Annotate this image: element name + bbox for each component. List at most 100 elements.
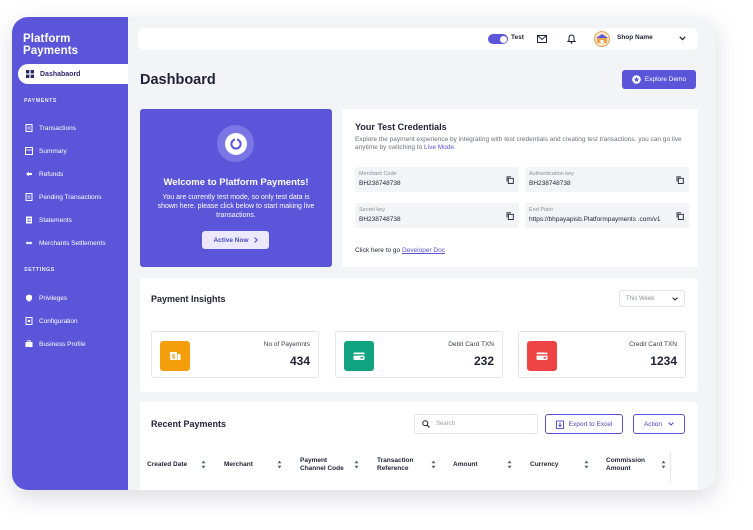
field-value: BH238748738 (529, 180, 571, 187)
sidebar-item-label: Merchants Settlements (39, 239, 106, 247)
sidebar-item-configuration[interactable]: Configuration (25, 317, 78, 325)
secret-key-field: Secret key BH238748738 (355, 203, 519, 228)
payment-insights-card: Payment Insights This Week $ No of Payem… (140, 278, 698, 392)
action-dropdown[interactable]: Action (633, 414, 685, 434)
sort-icon[interactable] (277, 460, 282, 469)
sort-icon[interactable] (661, 460, 666, 469)
dashboard-icon (26, 70, 34, 78)
bell-icon[interactable] (567, 34, 576, 44)
explore-demo-button[interactable]: Explore Demo (622, 70, 696, 89)
sort-icon[interactable] (354, 460, 359, 469)
stat-value: 434 (289, 354, 310, 368)
star-icon (632, 75, 641, 84)
top-bar: Test Shop Name (138, 28, 698, 50)
sidebar-item-dashboard[interactable]: Dashabaord (18, 64, 128, 84)
copy-icon[interactable] (676, 176, 684, 184)
sidebar-item-pending-transactions[interactable]: Pending Transactions (25, 193, 102, 201)
doc-text: Click here to go (355, 247, 401, 254)
avatar[interactable] (594, 31, 610, 47)
sort-icon[interactable] (431, 460, 436, 469)
sort-icon[interactable] (507, 460, 512, 469)
live-mode-link[interactable]: Live Mode. (424, 144, 456, 151)
column-divider (670, 452, 671, 482)
column-header-commission-amount[interactable]: Commission Amount (606, 457, 652, 472)
stat-card-credit: Credit Card TXN 1234 (518, 331, 686, 378)
credentials-description: Explore the payment experience by integr… (355, 136, 690, 152)
payments-stat-icon-bg: $ (160, 341, 190, 371)
field-label: Merchant Code (359, 171, 397, 177)
export-excel-button[interactable]: Export to Excel (545, 414, 623, 434)
column-header-currency[interactable]: Currency (530, 461, 570, 469)
summary-icon (25, 147, 33, 155)
handshake-icon (25, 241, 33, 245)
page-title: Dashboard (140, 72, 216, 88)
stat-value: 1234 (650, 354, 677, 368)
sidebar-item-label: Business Profile (39, 340, 86, 348)
column-header-created-date[interactable]: Created Date (147, 461, 193, 469)
sidebar-item-label: Statements (39, 216, 72, 224)
mail-icon[interactable] (537, 35, 547, 43)
active-now-button[interactable]: Active Now (202, 231, 269, 249)
developer-doc-link[interactable]: Developer Doc (402, 247, 445, 254)
chevron-down-icon (672, 296, 678, 301)
test-mode-toggle[interactable] (488, 34, 508, 44)
brand-title: Platform Payments (23, 33, 79, 57)
welcome-title: Welcome to Platform Payments! (163, 177, 309, 188)
developer-doc-line: Click here to go Developer Doc (355, 247, 445, 254)
shop-name[interactable]: Shop Name (617, 34, 653, 41)
active-now-label: Active Now (213, 236, 249, 244)
column-header-merchant[interactable]: Merchant (224, 461, 264, 469)
stat-label: Credit Card TXN (629, 341, 677, 348)
welcome-text: You are currently test mode, so only tes… (157, 194, 315, 219)
chevron-down-icon[interactable] (679, 36, 686, 41)
search-input[interactable]: Search (414, 414, 538, 434)
period-value: This Week (626, 295, 655, 302)
file-icon (25, 124, 33, 132)
sidebar-item-merchants-settlements[interactable]: Merchants Settlements (25, 239, 105, 247)
sidebar-item-refunds[interactable]: Refunds (25, 170, 63, 178)
stat-card-payments: $ No of Payemnts 434 (151, 331, 319, 378)
column-header-amount[interactable]: Amount (453, 461, 493, 469)
debit-stat-icon-bg (344, 341, 374, 371)
column-header-payment-channel-code[interactable]: Payment Channel Code (300, 457, 350, 472)
welcome-card: Welcome to Platform Payments! You are cu… (140, 109, 332, 267)
sidebar-item-transactions[interactable]: Transactions (25, 124, 76, 132)
credit-stat-icon-bg (527, 341, 557, 371)
platform-logo-icon (229, 137, 242, 150)
sort-icon[interactable] (201, 460, 206, 469)
copy-icon[interactable] (676, 212, 684, 220)
settings-section-label: SETTINGS (24, 267, 55, 273)
sidebar-item-label: Transactions (39, 124, 76, 132)
credit-card-icon (536, 352, 548, 360)
column-header-transaction-reference[interactable]: Transaction Reference (377, 457, 425, 472)
stat-label: No of Payemnts (263, 341, 310, 348)
sort-icon[interactable] (584, 460, 589, 469)
welcome-logo (217, 125, 254, 162)
authentication-key-field: Authentication key BH238748738 (525, 167, 689, 192)
sidebar-item-business-profile[interactable]: Business Profile (25, 340, 86, 348)
search-placeholder: Search (436, 421, 456, 427)
merchant-code-field: Merchant Code BH238748738 (355, 167, 519, 192)
search-icon (422, 420, 430, 428)
sidebar-item-summary[interactable]: Summary (25, 147, 67, 155)
field-value: BH238748738 (359, 216, 401, 223)
stat-card-debit: Debit Card TXN 232 (335, 331, 503, 378)
copy-icon[interactable] (506, 176, 514, 184)
export-icon (555, 420, 564, 429)
field-label: Authentication key (529, 171, 574, 177)
sidebar: Platform Payments Dashabaord PAYMENTS Tr… (12, 17, 128, 490)
field-label: End Point (529, 207, 553, 213)
chevron-down-icon (668, 422, 674, 426)
credentials-title: Your Test Credentials (355, 122, 447, 132)
credentials-desc-text: Explore the payment experience by integr… (355, 136, 682, 151)
sidebar-item-statements[interactable]: Statements (25, 216, 72, 224)
sidebar-item-label: Dashabaord (40, 70, 81, 78)
copy-icon[interactable] (506, 212, 514, 220)
sidebar-item-label: Pending Transactions (39, 193, 102, 201)
export-label: Export to Excel (568, 420, 613, 428)
sidebar-item-privileges[interactable]: Privileges (25, 294, 67, 302)
debit-card-icon (353, 352, 365, 360)
action-label: Action (643, 420, 663, 428)
period-select[interactable]: This Week (619, 290, 685, 307)
payment-icon: $ (170, 352, 181, 361)
